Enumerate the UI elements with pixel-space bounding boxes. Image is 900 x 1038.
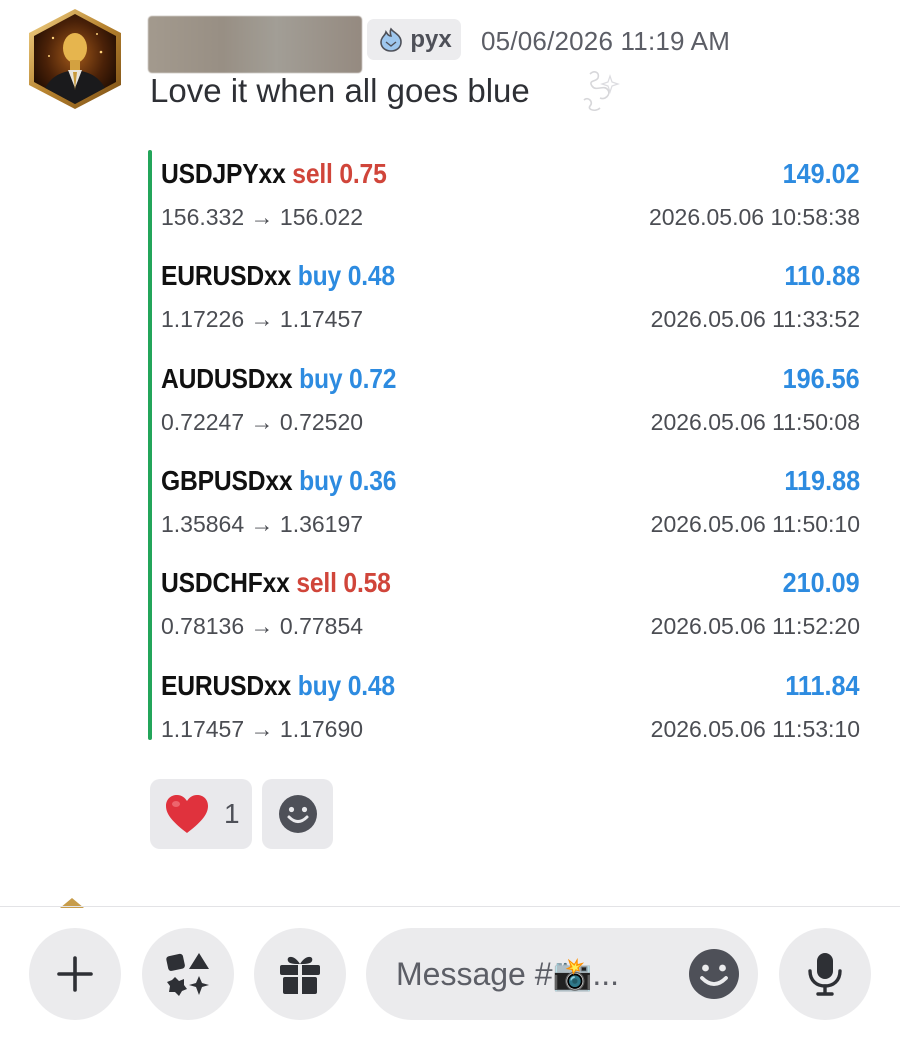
trade-side: sell [292, 158, 333, 189]
trade-row: GBPUSDxx buy 0.36 119.88 1.35864 → 1.361… [161, 461, 860, 551]
embed-accent-bar [148, 150, 152, 740]
trade-prices: 0.78136 → 0.77854 [161, 613, 364, 639]
trade-volume: 0.48 [347, 260, 395, 291]
heart-reaction-button[interactable]: 1 [150, 779, 252, 849]
trade-side: buy [299, 363, 343, 394]
sparkle-sticker-icon [583, 71, 620, 111]
message-timestamp: 05/06/2026 11:19 AM [481, 26, 731, 56]
add-attachment-button[interactable] [29, 928, 121, 1020]
trade-time: 2026.05.06 10:58:38 [648, 204, 860, 230]
trade-title: USDCHFxx sell 0.58 [161, 567, 391, 599]
trade-profit: 110.88 [784, 260, 860, 291]
plus-icon [57, 956, 93, 992]
trade-volume: 0.75 [339, 158, 387, 189]
trade-prices: 1.35864 → 1.36197 [161, 511, 364, 537]
trade-volume: 0.48 [347, 670, 395, 701]
trade-symbol: EURUSDxx [161, 670, 292, 701]
trade-time: 2026.05.06 11:50:10 [650, 511, 860, 537]
trade-side: buy [299, 465, 343, 496]
trade-volume: 0.36 [349, 465, 397, 496]
trade-row: AUDUSDxx buy 0.72 196.56 0.72247 → 0.725… [161, 359, 860, 449]
trade-side: buy [297, 670, 342, 701]
trade-time: 2026.05.06 11:53:10 [650, 716, 860, 742]
trade-title: USDJPYxx sell 0.75 [161, 158, 387, 190]
apps-button[interactable] [142, 928, 234, 1020]
flame-shield-icon [376, 26, 406, 53]
voice-message-button[interactable] [779, 928, 871, 1020]
server-tag-label: pyx [410, 25, 452, 53]
trade-title: AUDUSDxx buy 0.72 [161, 363, 396, 395]
heart-icon [166, 795, 208, 833]
composer-divider [0, 906, 900, 907]
trade-prices: 156.332 → 156.022 [161, 204, 364, 230]
emoji-picker-icon[interactable] [688, 948, 740, 1000]
trade-embed: USDJPYxx sell 0.75 149.02 156.332 → 156.… [148, 150, 860, 742]
trade-volume: 0.72 [349, 363, 397, 394]
trade-symbol: AUDUSDxx [161, 363, 293, 394]
trade-row: EURUSDxx buy 0.48 111.84 1.17457 → 1.176… [161, 666, 860, 756]
reaction-count: 1 [224, 798, 240, 829]
message-text: Love it when all goes blue [150, 72, 530, 109]
trade-symbol: GBPUSDxx [161, 465, 293, 496]
suit-figure-avatar-icon [29, 9, 121, 109]
trade-title: GBPUSDxx buy 0.36 [161, 465, 397, 497]
trade-prices: 1.17457 → 1.17690 [161, 716, 364, 742]
trade-profit: 119.88 [784, 465, 860, 496]
add-reaction-button[interactable] [262, 779, 333, 849]
server-tag[interactable]: pyx [367, 19, 461, 60]
trade-side: buy [297, 260, 342, 291]
trade-row: USDJPYxx sell 0.75 149.02 156.332 → 156.… [161, 154, 860, 244]
trade-profit: 111.84 [785, 670, 860, 701]
trade-time: 2026.05.06 11:33:52 [650, 306, 860, 332]
trade-row: USDCHFxx sell 0.58 210.09 0.78136 → 0.77… [161, 563, 860, 653]
trade-title: EURUSDxx buy 0.48 [161, 260, 395, 292]
apps-shapes-icon [166, 953, 209, 996]
trade-prices: 1.17226 → 1.17457 [161, 306, 364, 332]
trade-profit: 196.56 [782, 363, 860, 394]
gift-icon [280, 956, 320, 994]
trade-side: sell [296, 567, 337, 598]
trade-volume: 0.58 [343, 567, 391, 598]
trade-symbol: USDJPYxx [161, 158, 286, 189]
trade-prices: 0.72247 → 0.72520 [161, 409, 364, 435]
trade-symbol: USDCHFxx [161, 567, 290, 598]
trade-time: 2026.05.06 11:50:08 [650, 409, 860, 435]
smiley-icon [278, 795, 317, 833]
gift-button[interactable] [254, 928, 346, 1020]
message-input-placeholder: Message #📸... [396, 956, 620, 992]
message-input[interactable]: Message #📸... [366, 928, 758, 1020]
trade-row: EURUSDxx buy 0.48 110.88 1.17226 → 1.174… [161, 256, 860, 346]
trade-profit: 149.02 [782, 158, 860, 189]
microphone-icon [808, 953, 842, 996]
user-avatar[interactable] [25, 8, 125, 110]
trade-title: EURUSDxx buy 0.48 [161, 670, 395, 702]
username-redacted[interactable] [148, 16, 362, 73]
trade-symbol: EURUSDxx [161, 260, 292, 291]
trade-profit: 210.09 [782, 567, 860, 598]
trade-time: 2026.05.06 11:52:20 [650, 613, 860, 639]
